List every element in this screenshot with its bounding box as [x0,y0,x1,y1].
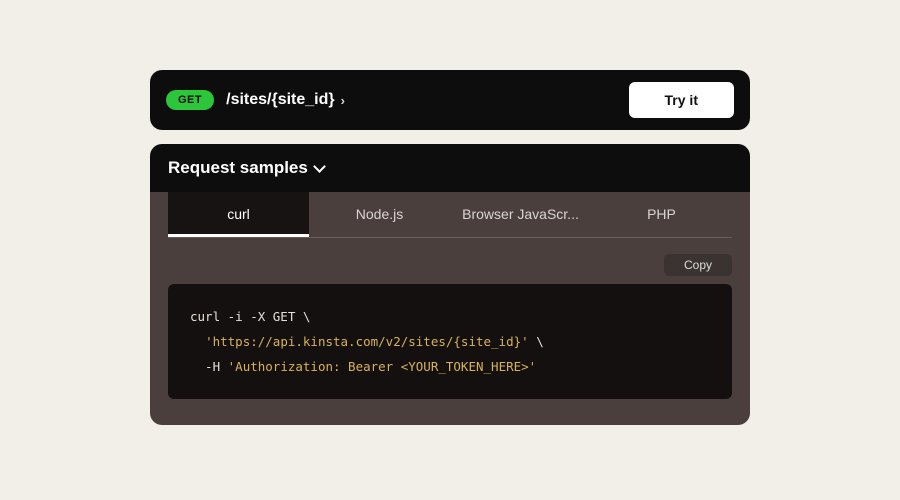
endpoint-path[interactable]: /sites/{site_id} › [226,91,616,109]
request-samples-header[interactable]: Request samples [150,144,750,192]
tab-nodejs[interactable]: Node.js [309,192,450,237]
tab-php[interactable]: PHP [591,192,732,237]
code-line-1: curl -i -X GET \ [190,309,310,324]
endpoint-bar: GET /sites/{site_id} › Try it [150,70,750,130]
code-line-2-suffix: \ [529,334,544,349]
try-it-button[interactable]: Try it [629,82,734,118]
copy-row: Copy [168,254,732,276]
tab-browser-js[interactable]: Browser JavaScr... [450,192,591,237]
http-method-badge: GET [166,90,214,110]
chevron-down-icon [314,162,324,172]
tab-curl[interactable]: curl [168,192,309,237]
language-tabs: curl Node.js Browser JavaScr... PHP [168,192,732,238]
copy-button[interactable]: Copy [664,254,732,276]
code-line-2-url: 'https://api.kinsta.com/v2/sites/{site_i… [205,334,529,349]
request-samples-title: Request samples [168,158,308,178]
code-line-3-header: 'Authorization: Bearer <YOUR_TOKEN_HERE>… [228,359,537,374]
request-samples-panel: Request samples curl Node.js Browser Jav… [150,144,750,425]
code-block: curl -i -X GET \ 'https://api.kinsta.com… [168,284,732,399]
request-samples-body: curl Node.js Browser JavaScr... PHP Copy… [150,192,750,425]
chevron-right-icon: › [341,93,345,108]
code-line-3-prefix: -H [190,359,228,374]
endpoint-path-text: /sites/{site_id} [226,91,335,109]
